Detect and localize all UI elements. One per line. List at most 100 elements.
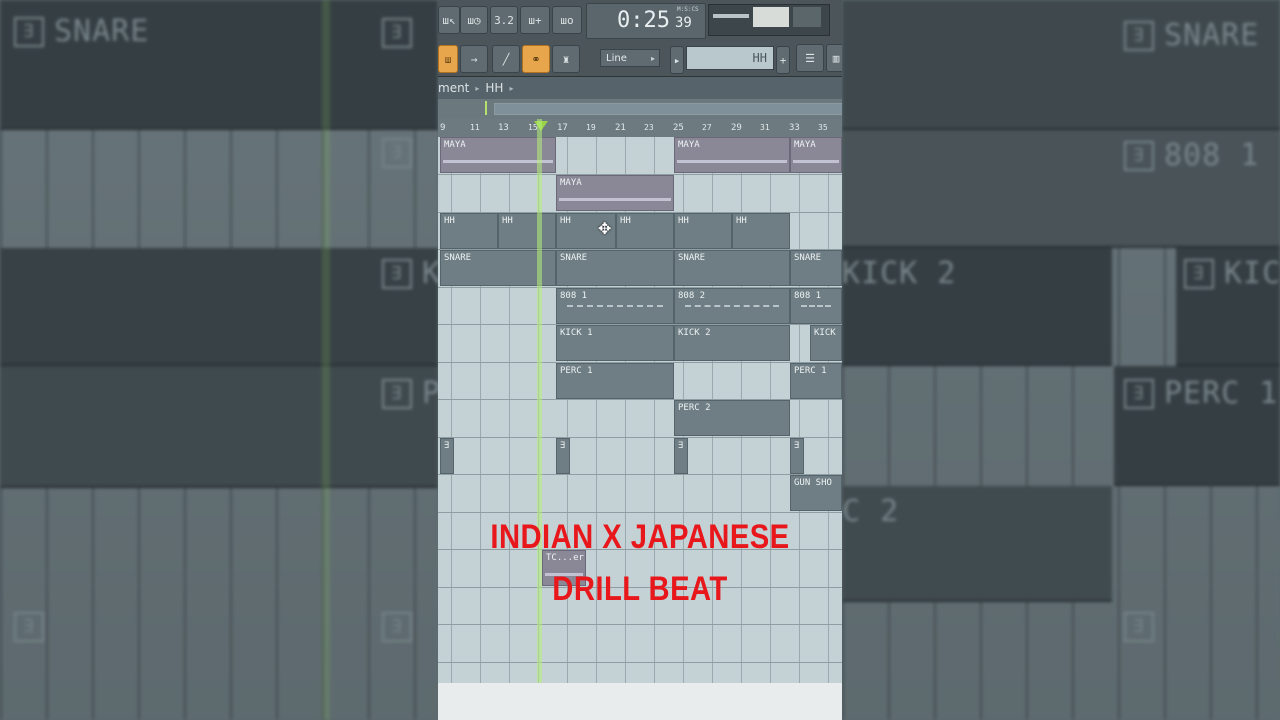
clip-pattern[interactable]: SNARE [790, 250, 842, 286]
tool-button-3[interactable]: 3.2 [490, 6, 518, 34]
pattern-icon: ∃ [1124, 378, 1154, 409]
clip-pattern[interactable]: HH [440, 213, 498, 249]
snap-value: Line [606, 52, 627, 64]
pattern-icon: ∃ [1124, 140, 1154, 171]
play-pattern-icon[interactable]: ▸ [670, 46, 684, 74]
ruler-tick: 21 [615, 123, 626, 133]
bg-label-perc: ∃ PERC [382, 376, 438, 411]
ruler-tick: 17 [557, 123, 568, 133]
bg-label-kick-right: ∃ KICK [1184, 256, 1280, 291]
clip-pattern[interactable]: KICK 1 [556, 325, 674, 361]
chevron-right-icon: ▸ [650, 53, 655, 63]
mixer-icon[interactable]: ☰ [796, 44, 824, 72]
ruler-tick: 35 [818, 123, 828, 132]
ruler-tick: 9 [440, 123, 446, 133]
bg-label-808-right: ∃ 808 1 [1124, 138, 1259, 173]
clip-pattern[interactable]: HH [732, 213, 790, 249]
tool-button-4[interactable]: ш+ [520, 6, 550, 34]
clip-audio[interactable]: MAYA [556, 175, 674, 211]
ruler-tick: 13 [498, 123, 509, 133]
ruler-tick: 25 [673, 123, 684, 133]
clip-pattern[interactable]: KICK [810, 325, 842, 361]
clip-pattern[interactable]: ∃ [556, 438, 570, 474]
bg-label-snare-right: ∃ SNARE [1124, 18, 1259, 53]
bg-label-perc1-right: ∃ PERC 1 [1124, 376, 1278, 411]
tool-button-2[interactable]: ш◷ [460, 6, 488, 34]
breadcrumb-part-pattern[interactable]: HH [485, 81, 503, 95]
time-display[interactable]: 0:25 M:S:CS 39 [586, 3, 706, 39]
add-pattern-button[interactable]: + [776, 46, 790, 74]
bottom-bar [438, 683, 842, 720]
toolbar-playlist: ш → ╱ ⚭ ♜ ∩ Line ▸ ▸ HH + ☰ ▥ [438, 40, 842, 105]
snap-select[interactable]: Line ▸ [600, 49, 660, 67]
ruler-tick: 23 [644, 123, 654, 132]
ruler-tick: 19 [586, 123, 596, 132]
tool-button-5[interactable]: шо [552, 6, 582, 34]
clip-pattern[interactable]: PERC 1 [790, 363, 842, 399]
time-main: 0:25 [617, 8, 670, 33]
pattern-icon: ∃ [1124, 20, 1154, 51]
clip-pattern[interactable]: KICK 2 [674, 325, 790, 361]
bg-label-kick2-right: KICK 2 [842, 256, 957, 291]
playlist-menu-icon[interactable]: ш [438, 45, 458, 73]
output-meter [708, 4, 830, 36]
time-unit: M:S:CS [677, 6, 699, 13]
bg-label-c2-right: C 2 [842, 494, 900, 529]
pattern-icon: ∃ [382, 258, 412, 289]
breadcrumb: ment ▸ HH ▸ [438, 77, 842, 99]
clip-pattern[interactable]: ∃ [440, 438, 454, 474]
pattern-icon: ∃ [382, 18, 412, 48]
tool-button-1[interactable]: ш↖ [438, 6, 460, 34]
pattern-icon: ∃ [1184, 258, 1214, 289]
pattern-icon: ∃ [1124, 612, 1154, 642]
channel-rack-icon[interactable]: ▥ [826, 44, 842, 72]
chevron-right-icon: ▸ [475, 83, 480, 93]
arrow-right-icon[interactable]: → [460, 45, 488, 73]
link-icon[interactable]: ⚭ [522, 45, 550, 73]
clip-pattern[interactable]: HH [616, 213, 674, 249]
clip-pattern[interactable]: PERC 1 [556, 363, 674, 399]
pattern-icon: ∃ [382, 138, 412, 168]
breadcrumb-part-arrangement[interactable]: ment [438, 81, 469, 95]
clip-pattern[interactable]: SNARE [674, 250, 790, 286]
ruler-tick: 11 [470, 123, 480, 132]
background-left-panel: ∃ SNARE ∃ KICK ∃ PERC ∃ ∃ ∃ ∃ [0, 0, 438, 720]
stamp-icon[interactable]: ♜ [552, 45, 580, 73]
pattern-selector[interactable]: HH [686, 46, 774, 70]
overlay-title-line1: INDIAN X JAPANESE [490, 518, 790, 556]
pattern-icon: ∃ [14, 16, 44, 47]
bg-label-snare: ∃ SNARE [14, 14, 149, 49]
clip-audio[interactable]: MAYA [674, 137, 790, 173]
clip-pattern[interactable]: 808 1 [790, 288, 842, 324]
overlay-title-line2: DRILL BEAT [552, 570, 728, 608]
draw-tool-icon[interactable]: ╱ [492, 45, 520, 73]
time-centiseconds: 39 [675, 15, 692, 31]
ruler-tick: 27 [702, 123, 712, 132]
clip-pattern[interactable]: GUN SHO [790, 475, 842, 511]
ruler-tick: 31 [760, 123, 770, 132]
clip-pattern[interactable]: SNARE [556, 250, 674, 286]
scrollbar-thumb[interactable] [494, 103, 842, 115]
playlist-window: ш↖ ш◷ 3.2 ш+ шо 0:25 M:S:CS 39 ш → ╱ ⚭ ♜… [438, 0, 842, 720]
horizontal-scrollbar[interactable] [438, 99, 842, 119]
clip-pattern[interactable]: ∃ [790, 438, 804, 474]
clip-pattern[interactable]: PERC 2 [674, 400, 790, 436]
clip-pattern[interactable]: 808 1 [556, 288, 674, 324]
ruler-tick: 33 [789, 123, 800, 133]
pattern-icon: ∃ [382, 378, 412, 409]
clip-audio[interactable]: MAYA [790, 137, 842, 173]
pattern-name: HH [752, 51, 767, 65]
move-cursor-icon: ✥ [598, 219, 612, 238]
ruler-tick: 29 [731, 123, 742, 133]
chevron-right-icon: ▸ [509, 83, 514, 93]
clip-pattern[interactable]: ∃ [674, 438, 688, 474]
scroll-position-marker [485, 101, 487, 115]
background-right-panel: ∃ SNARE ∃ 808 1 KICK 2 ∃ KICK ∃ PERC 1 C… [842, 0, 1280, 720]
bg-label-kick: ∃ KICK [382, 256, 438, 291]
clip-pattern[interactable]: 808 2 [674, 288, 790, 324]
pattern-icon: ∃ [14, 612, 44, 642]
clip-pattern[interactable]: HH [674, 213, 732, 249]
pattern-icon: ∃ [382, 612, 412, 642]
timeline-ruler[interactable]: 9 11 13 15 17 19 21 23 25 27 29 31 33 35 [438, 119, 842, 137]
clip-pattern[interactable]: HH [498, 213, 556, 249]
